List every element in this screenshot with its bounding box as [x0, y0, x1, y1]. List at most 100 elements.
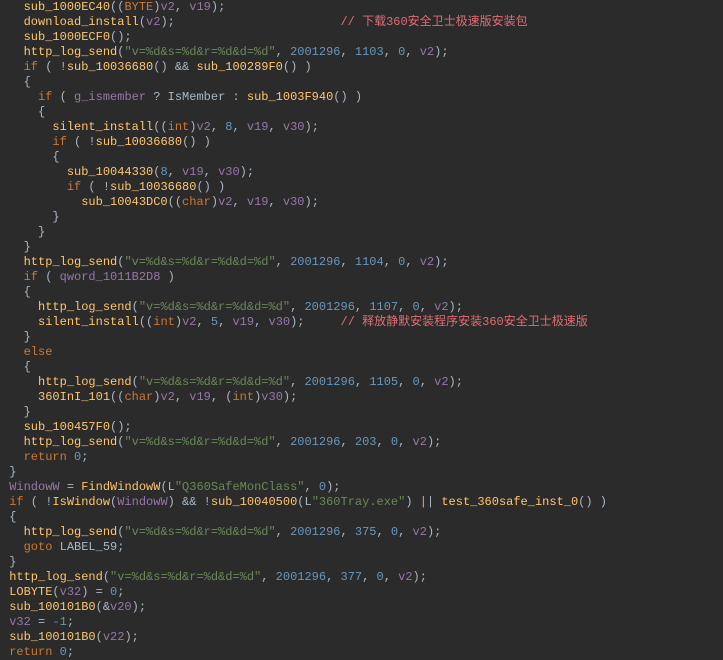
kw: return	[24, 450, 67, 464]
var: v2	[420, 255, 434, 269]
label: LABEL_59	[60, 540, 118, 554]
fn: silent_install	[38, 315, 139, 329]
num: 377	[341, 570, 363, 584]
var: v22	[103, 630, 125, 644]
num: 203	[355, 435, 377, 449]
var: v30	[283, 120, 305, 134]
fn: 360InI_101	[38, 390, 110, 404]
type: BYTE	[124, 0, 153, 14]
fn: sub_1000ECF0	[24, 30, 110, 44]
kw: if	[24, 270, 38, 284]
var: g_ismember	[74, 90, 146, 104]
fn: sub_10040500	[211, 495, 297, 509]
fn: sub_10044330	[67, 165, 153, 179]
code-block: sub_1000EC40((BYTE)v2, v19); download_in…	[0, 0, 723, 660]
var: v2	[160, 390, 174, 404]
num: 5	[211, 315, 218, 329]
var: v2	[146, 15, 160, 29]
fn: sub_100457F0	[24, 420, 110, 434]
ident: IsMember	[168, 90, 226, 104]
num: 0	[398, 45, 405, 59]
num: 1103	[355, 45, 384, 59]
str: "v=%d&s=%d&r=%d&d=%d"	[124, 45, 275, 59]
num: 0	[391, 525, 398, 539]
type: char	[182, 195, 211, 209]
str: "v=%d&s=%d&r=%d&d=%d"	[124, 255, 275, 269]
var: qword_1011B2D8	[60, 270, 161, 284]
num: 0	[377, 570, 384, 584]
type: char	[124, 390, 153, 404]
num: 1104	[355, 255, 384, 269]
fn: LOBYTE	[9, 585, 52, 599]
var: v32	[60, 585, 82, 599]
num: 2001296	[276, 570, 326, 584]
str: "v=%d&s=%d&r=%d&d=%d"	[124, 525, 275, 539]
num: 8	[225, 120, 232, 134]
kw: if	[9, 495, 23, 509]
kw: return	[9, 645, 52, 659]
comment: // 下载360安全卫士极速版安装包	[340, 15, 527, 29]
num: 1105	[369, 375, 398, 389]
var: v20	[110, 600, 132, 614]
str: "v=%d&s=%d&r=%d&d=%d"	[139, 375, 290, 389]
num: 1107	[369, 300, 398, 314]
var: v19	[189, 0, 211, 14]
num: 0	[110, 585, 117, 599]
fn: http_log_send	[24, 45, 118, 59]
var: v2	[398, 570, 412, 584]
type: int	[232, 390, 254, 404]
num: 0	[74, 450, 81, 464]
var: v30	[218, 165, 240, 179]
num: 2001296	[304, 300, 354, 314]
fn: http_log_send	[38, 375, 132, 389]
kw: else	[24, 345, 53, 359]
fn: sub_10043DC0	[81, 195, 167, 209]
type: int	[153, 315, 175, 329]
num: 0	[413, 375, 420, 389]
kw: goto	[24, 540, 53, 554]
fn: sub_10036680	[110, 180, 196, 194]
kw: if	[38, 90, 52, 104]
fn: test_360safe_inst_0	[441, 495, 578, 509]
num: 375	[355, 525, 377, 539]
var: v2	[413, 525, 427, 539]
var: v2	[196, 120, 210, 134]
num: 0	[391, 435, 398, 449]
num: 2001296	[290, 435, 340, 449]
fn: sub_100101B0	[9, 630, 95, 644]
num: 2001296	[290, 525, 340, 539]
var: v19	[189, 390, 211, 404]
fn: download_install	[24, 15, 139, 29]
var: v19	[247, 120, 269, 134]
num: 0	[413, 300, 420, 314]
num: 0	[398, 255, 405, 269]
fn: sub_100289F0	[196, 60, 282, 74]
fn: http_log_send	[9, 570, 103, 584]
fn: FindWindowW	[81, 480, 160, 494]
str: "v=%d&s=%d&r=%d&d=%d"	[124, 435, 275, 449]
num: 0	[60, 645, 67, 659]
var: v2	[413, 435, 427, 449]
fn: sub_10036680	[67, 60, 153, 74]
kw: if	[52, 135, 66, 149]
num: 8	[160, 165, 167, 179]
str: "360Tray.exe"	[312, 495, 406, 509]
prefix: L	[168, 480, 175, 494]
fn: sub_1003F940	[247, 90, 333, 104]
num: 2001296	[290, 255, 340, 269]
var: v2	[420, 45, 434, 59]
num: 2001296	[304, 375, 354, 389]
var: v2	[160, 0, 174, 14]
var: v19	[247, 195, 269, 209]
str: "v=%d&s=%d&r=%d&d=%d"	[139, 300, 290, 314]
fn: http_log_send	[24, 255, 118, 269]
num: -1	[52, 615, 66, 629]
num: 0	[319, 480, 326, 494]
var: v30	[269, 315, 291, 329]
var: v19	[182, 165, 204, 179]
var: v30	[261, 390, 283, 404]
fn: sub_10036680	[96, 135, 182, 149]
var: v2	[218, 195, 232, 209]
var: v2	[434, 300, 448, 314]
fn: silent_install	[52, 120, 153, 134]
